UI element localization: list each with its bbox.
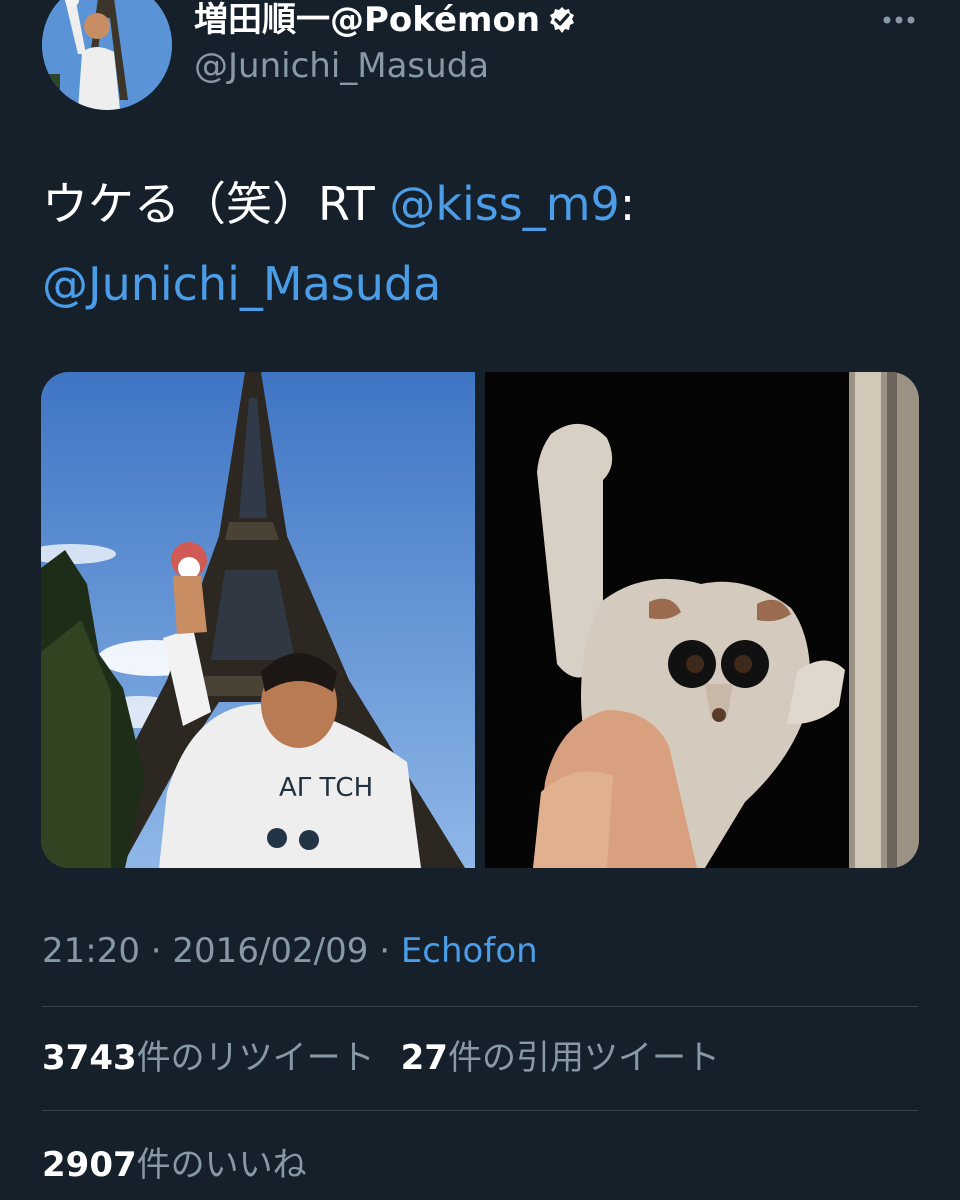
mention-link-junichi-masuda[interactable]: @Junichi_Masuda: [42, 257, 441, 311]
quotes-stat[interactable]: 27件の引用ツイート: [401, 1036, 720, 1080]
author-handle[interactable]: @Junichi_Masuda: [194, 46, 489, 86]
hoodie-print: ΑΓ ΤCΗ: [279, 773, 373, 803]
mention-link-kiss-m9[interactable]: @kiss_m9: [389, 177, 619, 231]
tweet-date[interactable]: 2016/02/09: [172, 931, 368, 971]
tweet-media-grid: ΑΓ ΤCΗ: [41, 372, 919, 868]
likes-count: 2907: [42, 1145, 137, 1185]
stats-divider: [42, 1110, 918, 1111]
quotes-label: 件の引用ツイート: [447, 1038, 720, 1078]
slow-loris-image: [485, 372, 919, 868]
likes-stats: 2907件のいいね: [42, 1143, 333, 1187]
tweet-text-colon: :: [619, 177, 636, 231]
meta-separator-2: ·: [368, 931, 401, 971]
tweet-meta: 21:20 · 2016/02/09 · Echofon: [42, 929, 538, 973]
tweet-text-prefix: ウケる（笑）RT: [42, 177, 390, 231]
meta-separator-1: ·: [139, 931, 173, 971]
author-avatar[interactable]: [42, 0, 172, 110]
verified-badge-icon: [550, 7, 575, 33]
author-display-name[interactable]: 増田順一@Pokémon: [194, 0, 576, 40]
tweet-time[interactable]: 21:20: [42, 931, 140, 971]
eiffel-tower-photo[interactable]: ΑΓ ΤCΗ: [41, 372, 475, 868]
slow-loris-photo[interactable]: [485, 372, 919, 868]
tweet-source-link[interactable]: Echofon: [401, 931, 538, 971]
retweet-quote-stats: 3743件のリツイート 27件の引用ツイート: [42, 1036, 746, 1080]
likes-label: 件のいいね: [136, 1145, 307, 1185]
retweets-count: 3743: [42, 1038, 137, 1078]
display-name-text: 増田順一@Pokémon: [194, 0, 541, 40]
avatar-image: [42, 0, 172, 110]
meta-divider: [42, 1006, 918, 1007]
retweets-label: 件のリツイート: [136, 1038, 375, 1078]
more-horizontal-icon[interactable]: [880, 8, 918, 32]
retweets-stat[interactable]: 3743件のリツイート: [42, 1036, 375, 1080]
tweet-text: ウケる（笑）RT @kiss_m9: @Junichi_Masuda: [42, 164, 912, 324]
likes-stat[interactable]: 2907件のいいね: [42, 1143, 307, 1187]
eiffel-tower-image: ΑΓ ΤCΗ: [41, 372, 475, 868]
quotes-count: 27: [400, 1038, 448, 1078]
tweet-header: 増田順一@Pokémon @Junichi_Masuda: [42, 0, 918, 112]
